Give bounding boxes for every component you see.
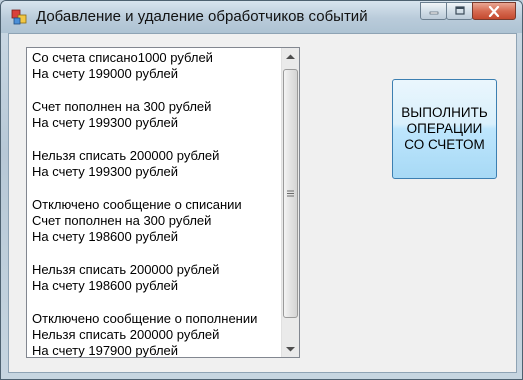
log-line: Отключено сообщение о списании (32, 196, 242, 212)
execute-operations-button[interactable]: ВЫПОЛНИТЬ ОПЕРАЦИИ СО СЧЕТОМ (392, 79, 497, 179)
minimize-icon (429, 11, 438, 15)
maximize-button[interactable] (446, 2, 473, 20)
log-line: Отключено сообщение о пополнении (32, 310, 258, 326)
operations-log-lines: Со счета списано1000 рублей На счету 1990… (32, 50, 280, 358)
log-line: Счет пополнен на 300 рублей (32, 212, 212, 228)
log-line: На счету 199300 рублей (32, 164, 179, 180)
arrow-up-icon (286, 54, 295, 59)
maximize-icon (454, 6, 465, 15)
close-button[interactable] (472, 2, 516, 20)
app-icon (11, 9, 27, 25)
minimize-button[interactable] (420, 2, 447, 20)
log-line: На счету 197900 рублей (32, 343, 179, 358)
log-line: Со счета списано1000 рублей (32, 50, 213, 65)
log-line: Нельзя списать 200000 рублей (32, 261, 220, 277)
log-line: Нельзя списать 200000 рублей (32, 327, 220, 343)
form-client-area: Со счета списано1000 рублей На счету 1990… (8, 33, 517, 373)
log-line: На счету 198600 рублей (32, 229, 179, 245)
main-window: Добавление и удаление обработчиков событ… (0, 0, 523, 380)
operations-log-listbox[interactable]: Со счета списано1000 рублей На счету 1990… (26, 47, 300, 358)
scroll-up-button[interactable] (282, 48, 299, 65)
grip-icon (287, 190, 294, 197)
log-line: На счету 199300 рублей (32, 115, 179, 131)
log-line: Счет пополнен на 300 рублей (32, 98, 212, 114)
close-icon (488, 5, 500, 17)
log-line: Нельзя списать 200000 рублей (32, 147, 220, 163)
log-line: На счету 199000 рублей (32, 66, 179, 82)
window-title: Добавление и удаление обработчиков событ… (36, 8, 368, 25)
caption-buttons (420, 2, 516, 20)
scroll-down-button[interactable] (282, 340, 299, 357)
scroll-thumb[interactable] (283, 69, 298, 318)
arrow-down-icon (286, 346, 295, 351)
vertical-scrollbar[interactable] (281, 48, 299, 357)
log-line: На счету 198600 рублей (32, 278, 179, 294)
title-bar[interactable]: Добавление и удаление обработчиков событ… (1, 1, 522, 33)
